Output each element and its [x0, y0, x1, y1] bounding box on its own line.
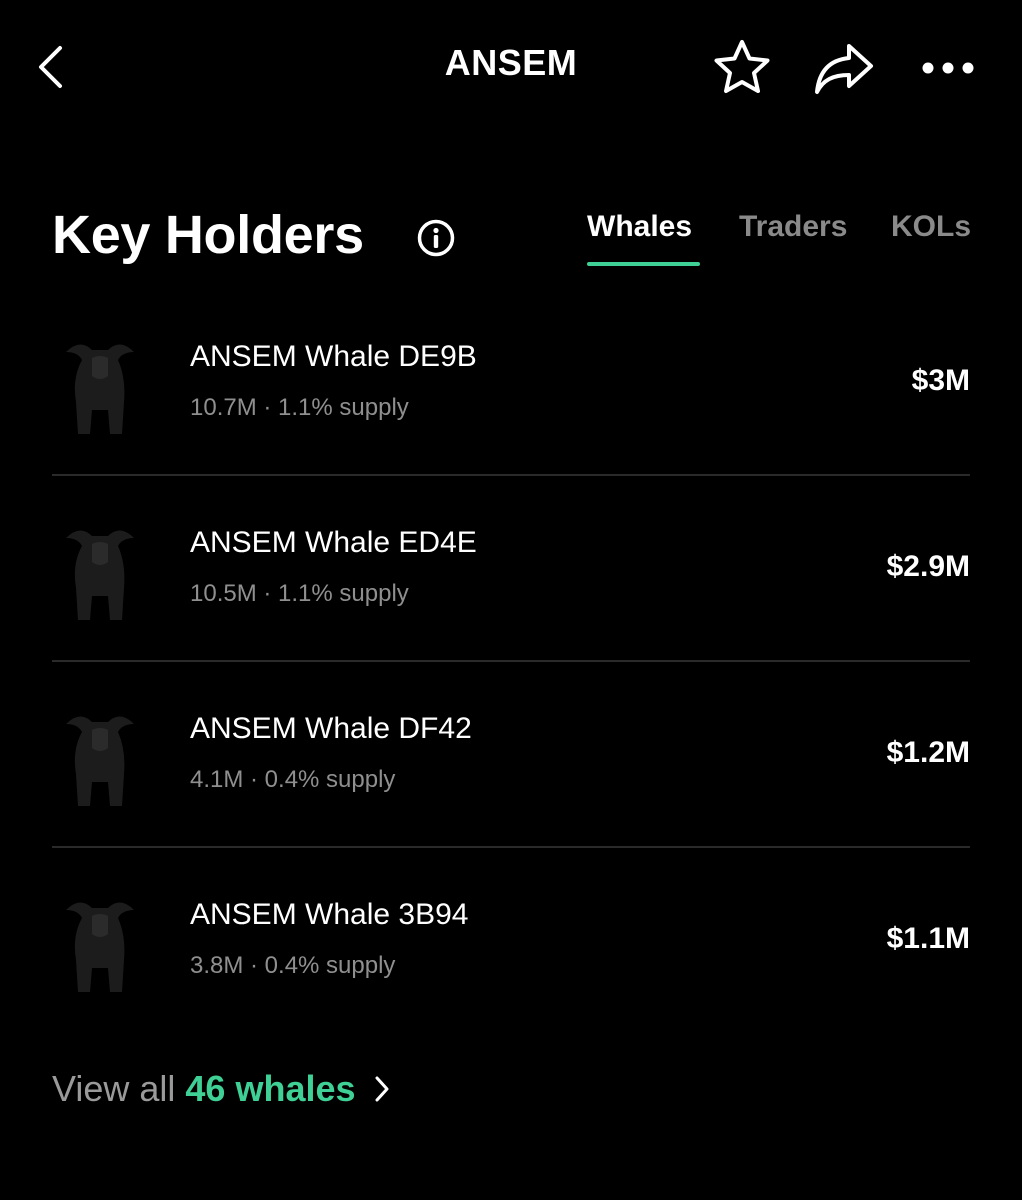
holder-row[interactable]: ANSEM Whale ED4E 10.5M · 1.1% supply $2.… [52, 474, 970, 660]
holder-value: $1.1M [886, 922, 970, 955]
holder-supply: 4.1M · 0.4% supply [190, 766, 396, 793]
bull-avatar [66, 716, 134, 806]
star-icon [714, 40, 770, 93]
back-button[interactable] [28, 40, 72, 94]
holder-supply: 10.7M · 1.1% supply [190, 394, 409, 421]
view-all-count: 46 whales [185, 1068, 356, 1109]
holder-supply: 10.5M · 1.1% supply [190, 580, 409, 607]
holder-value: $2.9M [886, 550, 970, 583]
holder-name: ANSEM Whale 3B94 [190, 898, 469, 931]
holder-supply: 3.8M · 0.4% supply [190, 952, 396, 979]
view-all-label: View all [52, 1068, 176, 1109]
key-holders-header: Key Holders Whales Traders KOLs [0, 190, 1022, 290]
holder-row[interactable]: ANSEM Whale DE9B 10.7M · 1.1% supply $3M [52, 290, 970, 474]
view-all-whales-link[interactable]: View all 46 whales [52, 1068, 390, 1110]
tab-traders[interactable]: Traders [739, 210, 847, 244]
holder-name: ANSEM Whale DF42 [190, 712, 472, 745]
holder-value: $1.2M [886, 736, 970, 769]
holder-name: ANSEM Whale ED4E [190, 526, 477, 559]
holder-name: ANSEM Whale DE9B [190, 340, 477, 373]
active-tab-indicator [587, 262, 700, 266]
holder-row[interactable]: ANSEM Whale DF42 4.1M · 0.4% supply $1.2… [52, 660, 970, 846]
share-icon [815, 44, 873, 94]
favorite-button[interactable] [706, 32, 778, 104]
bull-avatar [66, 902, 134, 992]
holder-value: $3M [911, 364, 970, 397]
more-options-button[interactable] [912, 32, 984, 104]
chevron-left-icon [39, 46, 62, 88]
section-title: Key Holders [52, 205, 364, 265]
bull-avatar [66, 344, 134, 434]
tab-kols[interactable]: KOLs [891, 210, 971, 244]
holder-row[interactable]: ANSEM Whale 3B94 3.8M · 0.4% supply $1.1… [52, 846, 970, 1032]
holders-list: ANSEM Whale DE9B 10.7M · 1.1% supply $3M… [52, 290, 970, 1032]
tab-whales[interactable]: Whales [587, 210, 692, 244]
chevron-right-icon [374, 1075, 390, 1103]
top-bar: ANSEM [0, 0, 1022, 130]
bull-avatar [66, 530, 134, 620]
info-icon[interactable] [416, 218, 456, 258]
share-button[interactable] [808, 32, 880, 104]
more-icon [922, 62, 974, 74]
